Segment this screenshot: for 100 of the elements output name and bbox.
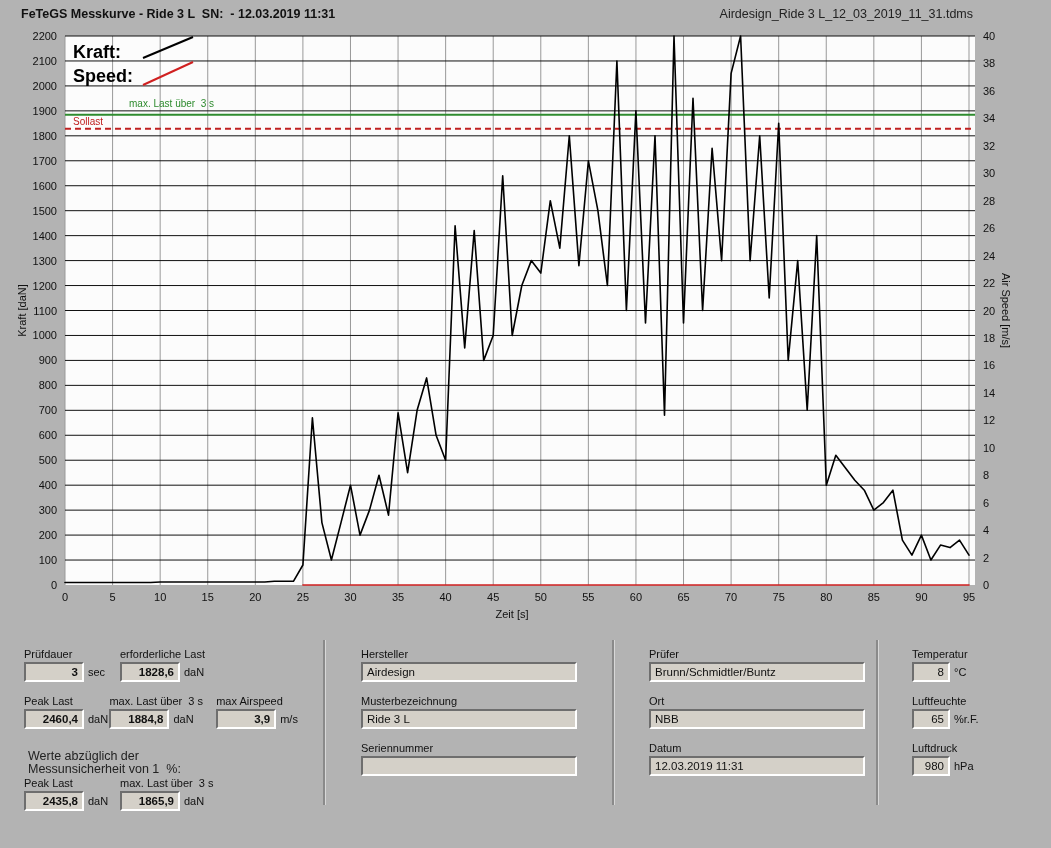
tick-label: 600 bbox=[38, 429, 57, 442]
value-field: 980 bbox=[912, 756, 950, 776]
tick-label: 700 bbox=[38, 404, 57, 417]
tick-label: 20 bbox=[983, 304, 996, 317]
tick-label: 32 bbox=[983, 139, 996, 152]
tick-label: 45 bbox=[487, 591, 500, 603]
tick-label: 900 bbox=[38, 354, 57, 367]
tick-label: 15 bbox=[201, 591, 214, 603]
tick-label: 26 bbox=[983, 222, 996, 235]
unit-label: °C bbox=[954, 666, 967, 678]
tick-label: 90 bbox=[915, 591, 928, 603]
unit-label: %r.F. bbox=[954, 713, 979, 725]
axis-title: Kraft [daN] bbox=[16, 284, 28, 337]
field-label: Ort bbox=[649, 695, 666, 708]
unit-label: daN bbox=[173, 713, 194, 725]
field-label: Hersteller bbox=[361, 648, 410, 661]
field-label: Luftfeuchte bbox=[912, 695, 968, 708]
unit-label: hPa bbox=[954, 760, 974, 772]
tick-label: 30 bbox=[983, 167, 996, 180]
tick-label: 10 bbox=[154, 591, 167, 603]
tick-label: 1400 bbox=[32, 229, 57, 242]
value-field: 1865,9 bbox=[120, 791, 180, 811]
tick-label: 20 bbox=[249, 591, 262, 603]
window-title: FeTeGS Messkurve - Ride 3 L SN: - 12.03.2019 11:31 bbox=[21, 7, 336, 21]
field-label: Datum bbox=[649, 742, 683, 755]
tick-label: 1500 bbox=[32, 204, 57, 217]
value-field: 3 bbox=[24, 662, 84, 682]
tick-label: 85 bbox=[867, 591, 880, 603]
tick-label: 1200 bbox=[32, 279, 57, 292]
unit-label: sec bbox=[88, 666, 106, 678]
value-field: 8 bbox=[912, 662, 950, 682]
tick-label: 2100 bbox=[32, 54, 57, 67]
tick-label: 12 bbox=[983, 414, 996, 427]
tick-label: 25 bbox=[296, 591, 309, 603]
tick-label: 34 bbox=[983, 112, 996, 125]
tick-label: 22 bbox=[983, 277, 996, 290]
tick-label: 65 bbox=[677, 591, 690, 603]
tick-label: 8 bbox=[983, 469, 990, 482]
unit-label: daN bbox=[88, 713, 109, 725]
value-field: 1884,8 bbox=[109, 709, 170, 729]
value-field: 65 bbox=[912, 709, 950, 729]
tick-label: 50 bbox=[534, 591, 547, 603]
tick-label: 28 bbox=[983, 194, 996, 207]
tick-label: 35 bbox=[391, 591, 405, 603]
tick-label: 800 bbox=[38, 379, 57, 392]
tick-label: 2 bbox=[983, 551, 990, 564]
unit-label: m/s bbox=[280, 713, 298, 725]
tick-label: 36 bbox=[983, 84, 996, 97]
field-label: Temperatur bbox=[912, 648, 969, 661]
tick-label: 40 bbox=[983, 30, 996, 42]
axis-title: Zeit [s] bbox=[495, 608, 529, 620]
tick-label: 200 bbox=[38, 529, 57, 542]
legend-label: Kraft: bbox=[73, 42, 121, 62]
limit-label: max. Last über 3 s bbox=[129, 97, 215, 109]
value-field: 3,9 bbox=[216, 709, 277, 729]
tick-label: 500 bbox=[38, 454, 57, 467]
unit-label: daN bbox=[184, 666, 205, 678]
tick-label: 10 bbox=[983, 441, 996, 454]
tick-label: 75 bbox=[772, 591, 785, 603]
tick-label: 55 bbox=[582, 591, 595, 603]
tick-label: 2200 bbox=[32, 30, 57, 42]
tick-label: 40 bbox=[439, 591, 452, 603]
file-name: Airdesign_Ride 3 L_12_03_2019_11_31.tdms bbox=[719, 7, 973, 21]
field-label: max Airspeed bbox=[216, 695, 284, 708]
field-label: Prüfer bbox=[649, 648, 680, 661]
tick-label: 24 bbox=[983, 249, 996, 262]
value-field: 2435,8 bbox=[24, 791, 84, 811]
value-field: 2460,4 bbox=[24, 709, 84, 729]
tick-label: 70 bbox=[725, 591, 738, 603]
field-label: Peak Last bbox=[24, 695, 74, 708]
tick-label: 1100 bbox=[33, 304, 57, 317]
tick-label: 38 bbox=[983, 57, 996, 70]
field-label: Musterbezeichnung bbox=[361, 695, 458, 708]
field-label: Luftdruck bbox=[912, 742, 959, 755]
tick-label: 0 bbox=[61, 591, 69, 603]
axis-title: Air Speed [m/s] bbox=[1000, 272, 1012, 349]
tick-label: 60 bbox=[629, 591, 643, 603]
field-label: Seriennummer bbox=[361, 742, 435, 755]
tick-label: 6 bbox=[983, 496, 990, 509]
value-field: 1828,6 bbox=[120, 662, 180, 682]
tick-label: 4 bbox=[983, 524, 990, 537]
tick-label: 400 bbox=[38, 479, 57, 492]
tick-label: 1300 bbox=[32, 254, 57, 267]
tick-label: 1800 bbox=[32, 129, 57, 142]
tick-label: 16 bbox=[983, 359, 996, 372]
legend-line bbox=[142, 36, 194, 59]
tick-label: 18 bbox=[983, 331, 996, 344]
tick-label: 100 bbox=[38, 554, 57, 567]
unit-label: daN bbox=[184, 795, 205, 807]
field-label: Peak Last bbox=[24, 777, 74, 790]
legend-label: Speed: bbox=[73, 66, 133, 86]
tick-label: 1000 bbox=[32, 329, 57, 342]
limit-label: Sollast bbox=[73, 115, 103, 127]
tick-label: 1700 bbox=[32, 154, 57, 167]
tick-label: 0 bbox=[50, 579, 57, 591]
tick-label: 14 bbox=[983, 386, 996, 399]
tick-label: 5 bbox=[109, 591, 116, 603]
tick-label: 80 bbox=[820, 591, 833, 603]
field-label: max. Last über 3 s bbox=[109, 695, 204, 708]
tick-label: 2000 bbox=[32, 79, 57, 92]
